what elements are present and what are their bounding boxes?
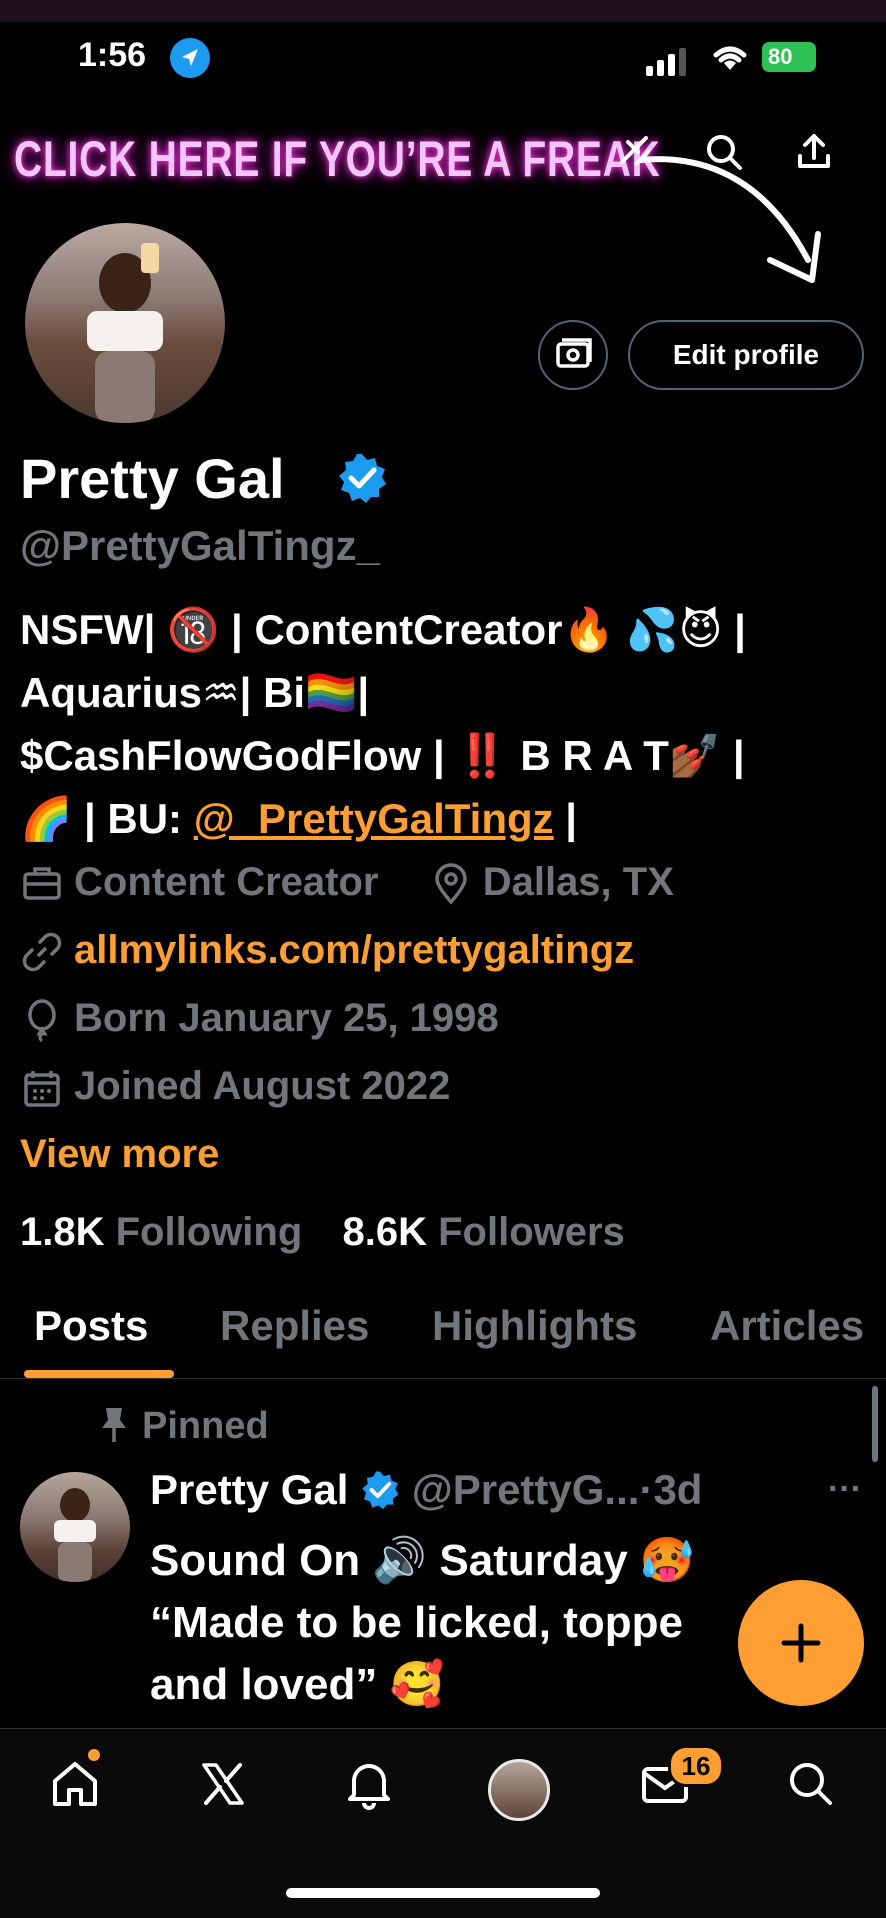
x-logo-icon[interactable] bbox=[196, 1757, 250, 1816]
cellular-signal-icon bbox=[646, 48, 690, 76]
bio-line-tail: | bbox=[553, 795, 578, 842]
pinned-label: Pinned bbox=[96, 1404, 269, 1448]
post-author-avatar[interactable] bbox=[20, 1472, 130, 1582]
meta-row-website: allmylinks.com/prettygaltingz bbox=[20, 928, 634, 974]
post-time: 3d bbox=[653, 1466, 703, 1513]
profile-name: Pretty Gal bbox=[20, 447, 285, 510]
following-label: Following bbox=[115, 1210, 303, 1254]
more-options-icon[interactable]: ··· bbox=[828, 1470, 862, 1509]
post-separator: · bbox=[639, 1466, 654, 1513]
followers-label: Followers bbox=[438, 1210, 625, 1254]
balloon-icon bbox=[28, 999, 56, 1043]
compose-post-button[interactable] bbox=[738, 1580, 864, 1706]
messages-badge: 16 bbox=[668, 1745, 724, 1787]
category-text: Content Creator bbox=[74, 860, 379, 904]
meta-row-birthday: Born January 25, 1998 bbox=[20, 996, 499, 1043]
battery-indicator: 80 bbox=[762, 42, 816, 72]
birthday-text: Born January 25, 1998 bbox=[74, 996, 499, 1040]
notifications-bell-icon[interactable] bbox=[342, 1757, 396, 1816]
money-button[interactable] bbox=[538, 320, 608, 390]
arrow-doodle-icon bbox=[637, 150, 840, 295]
followers-link[interactable]: 8.6K Followers bbox=[343, 1210, 625, 1254]
link-icon bbox=[22, 933, 62, 972]
location-arrow-icon bbox=[170, 38, 210, 78]
plus-icon bbox=[781, 1623, 821, 1663]
tab-posts[interactable]: Posts bbox=[34, 1302, 148, 1350]
profile-tabs: Posts Replies Highlights Articles bbox=[0, 1290, 886, 1379]
wifi-icon bbox=[710, 40, 750, 79]
joined-text: Joined August 2022 bbox=[74, 1064, 451, 1108]
tab-replies[interactable]: Replies bbox=[220, 1302, 369, 1350]
pin-icon bbox=[102, 1408, 126, 1442]
post-author-name[interactable]: Pretty Gal bbox=[150, 1466, 348, 1513]
verified-badge-icon bbox=[362, 1471, 399, 1510]
home-icon[interactable] bbox=[48, 1757, 102, 1816]
bio-line-text: 🌈 | BU: bbox=[20, 795, 194, 842]
briefcase-icon bbox=[23, 867, 61, 901]
view-more-link[interactable]: View more bbox=[20, 1132, 219, 1177]
bio-line: Aquarius♒| Bi🏳️‍🌈| bbox=[20, 669, 370, 716]
top-strip bbox=[0, 0, 886, 22]
bio-line: $CashFlowGodFlow | ‼️ B R A T💅🏾 | bbox=[20, 732, 745, 779]
website-link[interactable]: allmylinks.com/prettygaltingz bbox=[74, 928, 634, 972]
meta-row-joined: Joined August 2022 bbox=[20, 1064, 450, 1110]
active-tab-indicator bbox=[24, 1370, 174, 1378]
communities-avatar-icon[interactable] bbox=[488, 1759, 550, 1821]
scrollbar[interactable] bbox=[872, 1386, 878, 1462]
pinned-text: Pinned bbox=[142, 1405, 269, 1447]
verified-badge-icon bbox=[336, 452, 388, 509]
search-nav-icon[interactable] bbox=[784, 1757, 838, 1816]
edit-profile-button[interactable]: Edit profile bbox=[628, 320, 864, 390]
location-pin-icon bbox=[434, 863, 467, 906]
home-notification-dot bbox=[88, 1749, 100, 1761]
bio-line: NSFW| 🔞 | ContentCreator🔥 💦😈 | bbox=[20, 606, 746, 653]
location-text: Dallas, TX bbox=[482, 860, 674, 904]
following-link[interactable]: 1.8K Following bbox=[20, 1210, 302, 1254]
post-header: Pretty Gal @PrettyG...·3d bbox=[150, 1466, 702, 1514]
following-count: 1.8K bbox=[20, 1210, 105, 1254]
post-author-handle: @PrettyG... bbox=[411, 1466, 640, 1513]
profile-handle: @PrettyGalTingz_ bbox=[20, 522, 380, 569]
header-banner-text[interactable]: CLICK HERE IF YOU’RE A FREAK bbox=[14, 130, 661, 188]
profile-avatar[interactable] bbox=[20, 218, 230, 428]
status-time: 1:56 bbox=[78, 36, 147, 74]
tab-highlights[interactable]: Highlights bbox=[432, 1302, 637, 1350]
bio-mention-link[interactable]: @_PrettyGalTingz bbox=[194, 795, 554, 842]
bio-line: 🌈 | BU: @_PrettyGalTingz | bbox=[20, 787, 880, 850]
profile-bio: NSFW| 🔞 | ContentCreator🔥 💦😈 | Aquarius♒… bbox=[20, 598, 880, 850]
tab-articles[interactable]: Articles bbox=[710, 1302, 864, 1350]
follow-counts: 1.8K Following 8.6K Followers bbox=[20, 1210, 625, 1255]
calendar-icon bbox=[24, 1071, 60, 1108]
followers-count: 8.6K bbox=[342, 1210, 428, 1254]
meta-row-category: Content Creator Dallas, TX bbox=[20, 860, 674, 906]
home-indicator bbox=[286, 1888, 600, 1898]
